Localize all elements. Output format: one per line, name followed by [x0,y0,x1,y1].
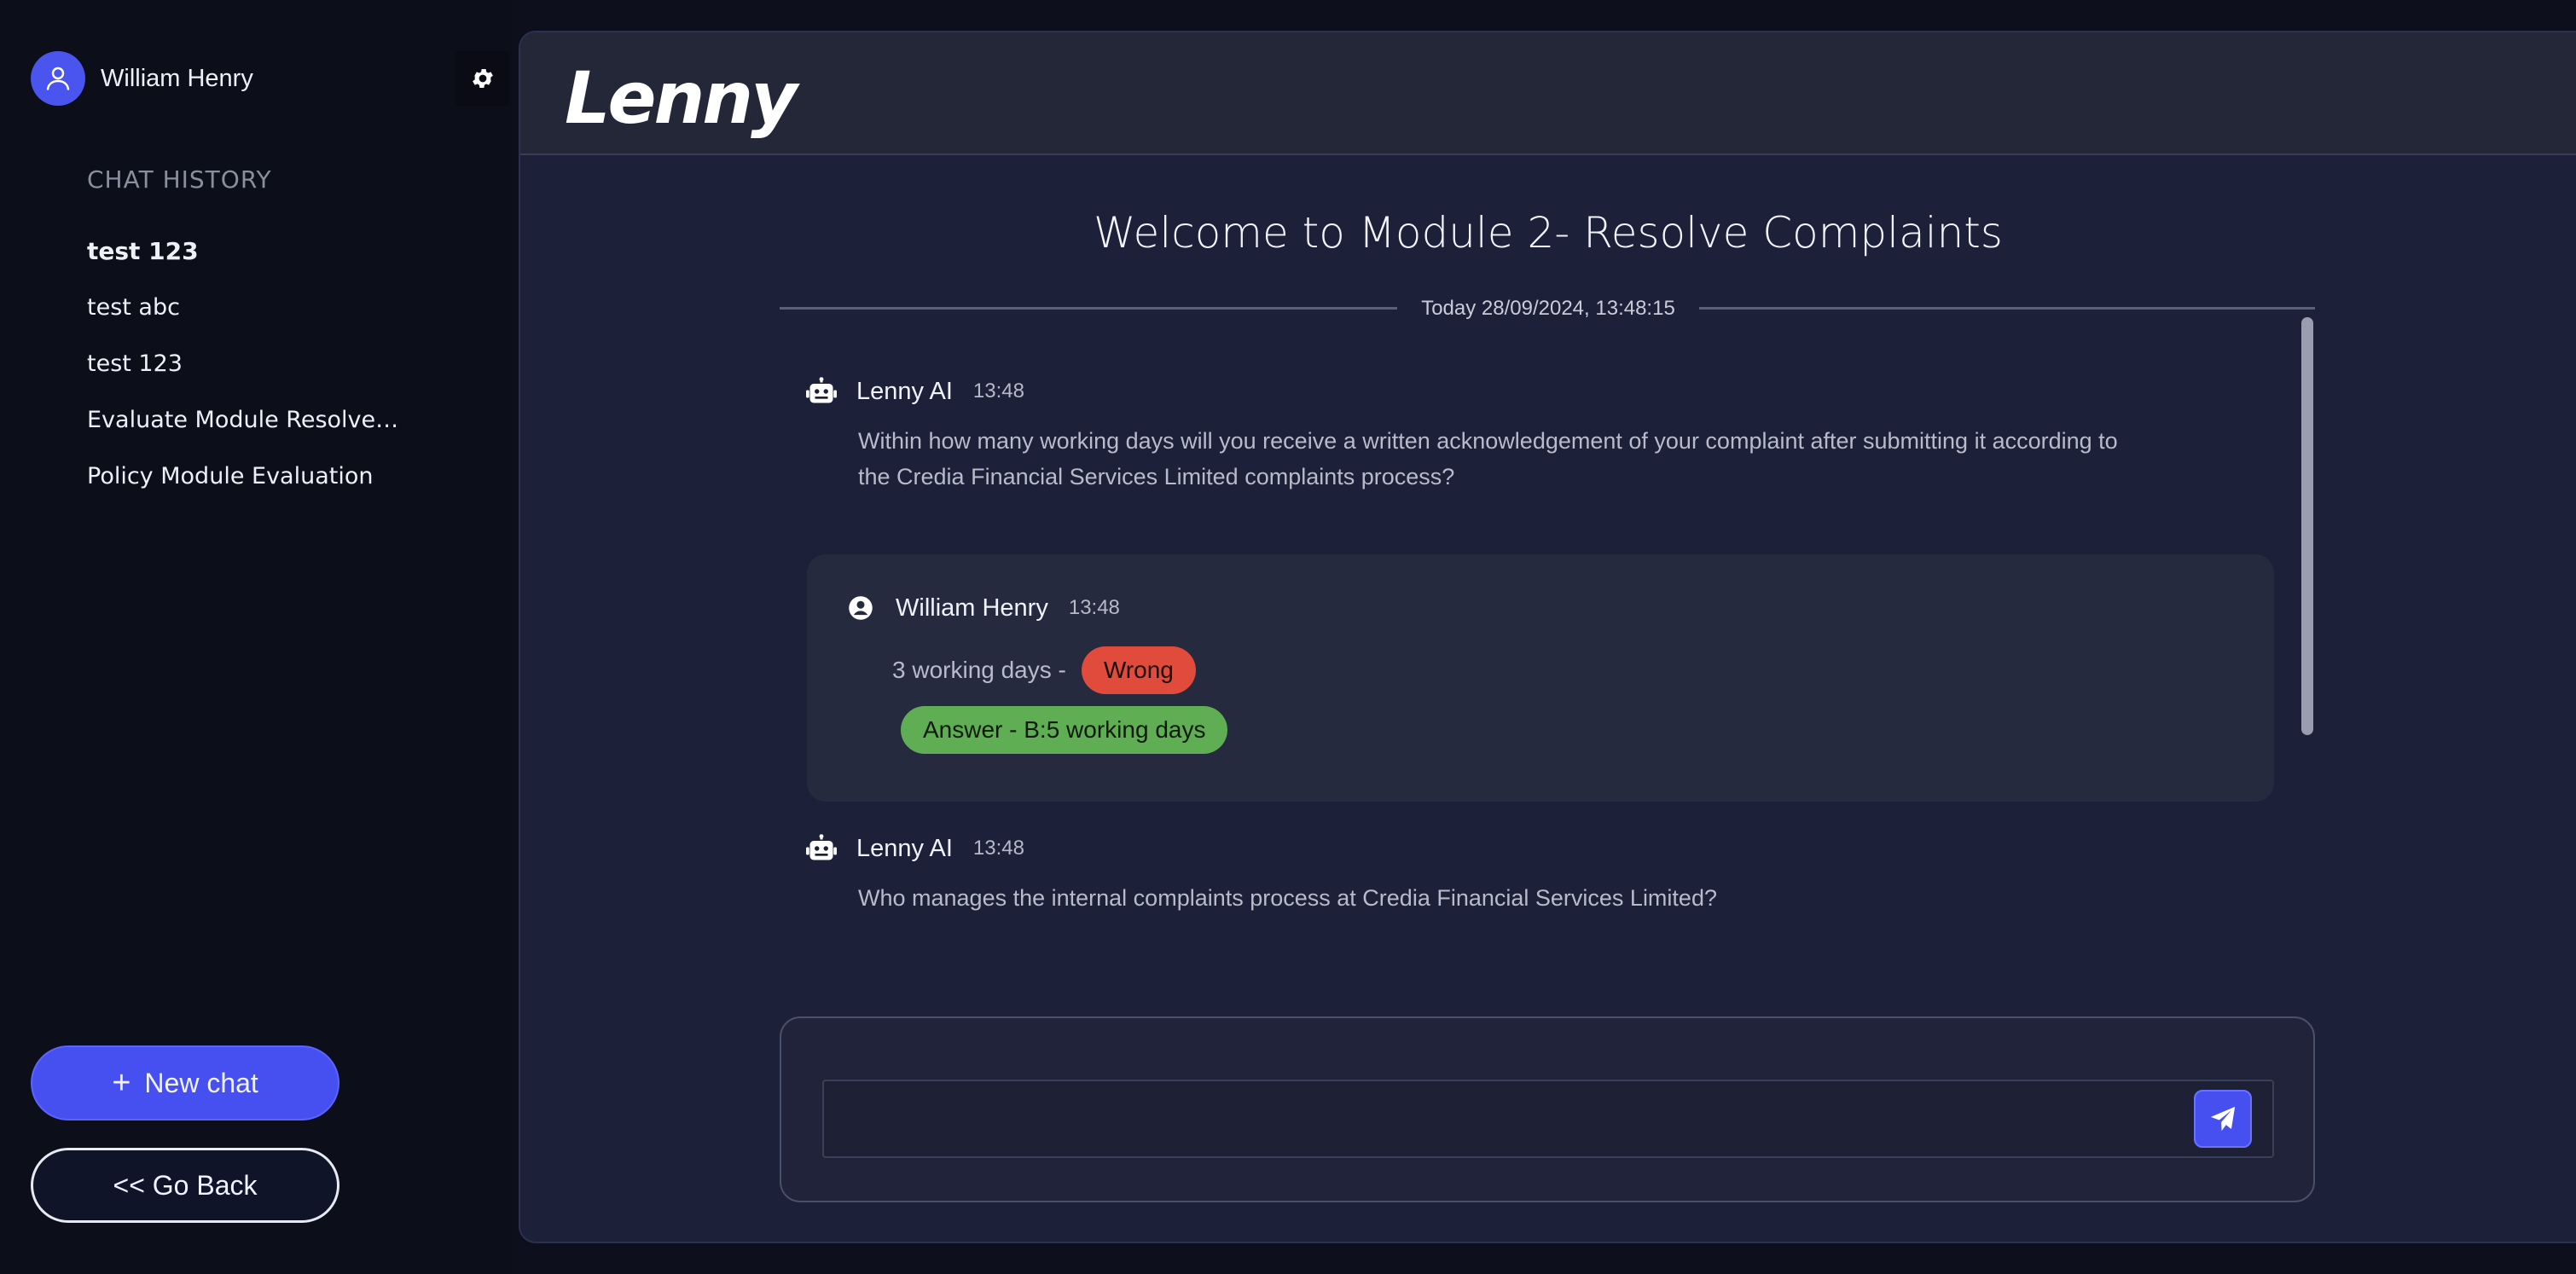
send-button[interactable] [2194,1090,2252,1148]
gear-icon [473,69,493,88]
message-input[interactable] [822,1080,2274,1158]
message-author: Lenny AI [856,377,953,405]
plus-icon: + [112,1064,131,1101]
message-header: Lenny AI 13:48 [805,375,1024,408]
sidebar: William Henry CHAT HISTORY test 123 test… [0,0,512,1274]
settings-button[interactable] [455,51,510,106]
chat-history-title: CHAT HISTORY [87,165,272,194]
message-time: 13:48 [1068,596,1120,619]
user-icon [46,67,70,90]
new-chat-label: New chat [144,1067,258,1098]
message-composer [780,1016,2315,1202]
message-text-line: the Credia Financial Services Limited co… [858,464,1455,489]
message-text-line: Within how many working days will you re… [858,428,2118,454]
history-item[interactable]: test abc [87,292,403,348]
avatar [31,51,85,106]
message-header: William Henry 13:48 [844,592,1120,624]
date-divider: Today 28/09/2024, 13:48:15 [780,293,2315,320]
divider-line [1699,307,2315,310]
new-chat-button[interactable]: + New chat [31,1045,339,1121]
message-author: William Henry [896,594,1048,622]
message-time: 13:48 [972,379,1024,402]
robot-icon [805,832,838,865]
chat-panel: Lenny Welcome to Module 2- Resolve Compl… [519,31,2576,1243]
divider-line [780,307,1397,310]
date-label: Today 28/09/2024, 13:48:15 [1421,297,1675,320]
history-item[interactable]: test 123 [87,348,403,404]
message-text: Who manages the internal complaints proc… [858,880,1717,916]
chat-history-list: test 123 test abc test 123 Evaluate Modu… [87,235,403,517]
logo[interactable]: Lenny [565,56,798,140]
user-message-bubble: William Henry 13:48 3 working days - Wro… [807,554,2274,802]
message-text: Within how many working days will you re… [858,423,2118,495]
scrollbar-thumb[interactable] [2301,317,2313,735]
user-profile[interactable]: William Henry [31,51,253,106]
go-back-label: << Go Back [113,1169,258,1201]
wrong-badge: Wrong [1081,646,1196,694]
correct-answer-badge: Answer - B:5 working days [901,706,1228,754]
history-item[interactable]: test 123 [87,235,403,292]
user-circle-icon [844,592,877,624]
send-icon [2210,1106,2236,1132]
message-header: Lenny AI 13:48 [805,832,1024,865]
page-title: Welcome to Module 2- Resolve Complaints [1094,208,2003,258]
message-author: Lenny AI [856,834,953,862]
scrollbar[interactable] [2301,317,2315,735]
answer-text: 3 working days - [892,657,1066,683]
message-text-line: Who manages the internal complaints proc… [858,885,1717,911]
user-name: William Henry [101,64,253,92]
top-bar: Lenny [520,32,2576,155]
message-time: 13:48 [972,837,1024,860]
user-answer: 3 working days - Wrong [892,646,1196,694]
robot-icon [805,375,838,408]
history-item[interactable]: Policy Module Evaluation [87,460,403,517]
go-back-button[interactable]: << Go Back [31,1148,339,1223]
history-item[interactable]: Evaluate Module Resolve ... [87,404,403,460]
